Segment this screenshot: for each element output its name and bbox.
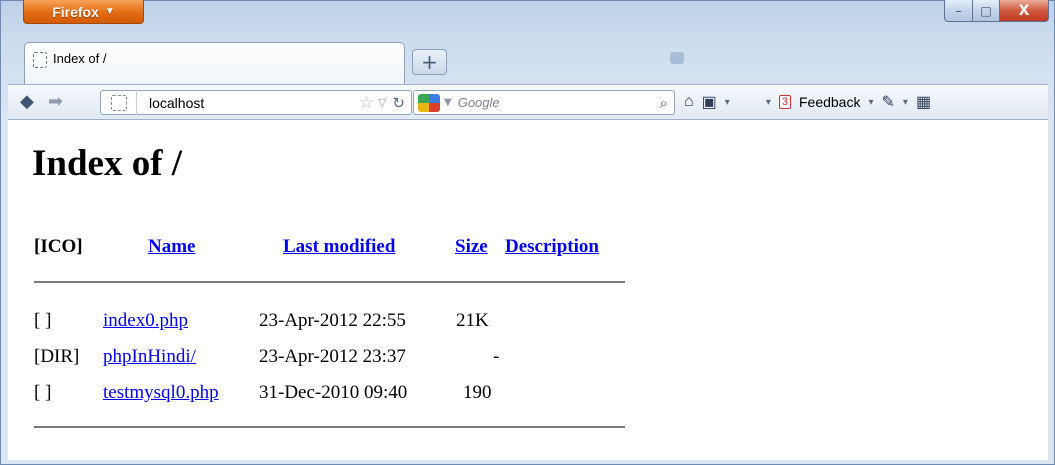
feedback-dropdown-icon[interactable]: ▾	[868, 97, 873, 108]
app-grid-icon[interactable]: ▦	[916, 92, 931, 112]
file-link-cell[interactable]: index0.php	[103, 310, 188, 332]
search-bar[interactable]: ▼ Google ⌕	[413, 90, 675, 115]
size-cell: 190	[463, 382, 492, 403]
blurred-icon	[670, 52, 684, 65]
bookmark-star-icon[interactable]: ☆	[359, 93, 374, 113]
maximize-icon: □	[980, 3, 992, 18]
firefox-menu-label: Firefox	[52, 3, 99, 20]
google-engine-icon[interactable]	[418, 93, 440, 112]
sort-by-modified-link[interactable]: Last modified	[283, 236, 395, 257]
row-icon: [DIR]	[34, 346, 80, 367]
navigation-toolbar: ◆ ➡ localhost ☆ ▽ ↻ ▼ Google ⌕ ⌂ ▣ ▾ ▾ 3…	[8, 84, 1048, 120]
address-bar[interactable]: localhost ☆ ▽ ↻	[100, 90, 412, 115]
tool-dropdown-icon[interactable]: ▾	[903, 97, 908, 108]
chevron-down-icon: ▼	[104, 6, 115, 17]
file-link[interactable]: index0.php	[103, 310, 188, 331]
modified-cell: 31-Dec-2010 09:40	[259, 382, 408, 403]
new-tab-button[interactable]: +	[412, 49, 447, 75]
maximize-button[interactable]: □	[973, 0, 1000, 22]
plus-icon: +	[421, 50, 438, 74]
sort-by-description-link[interactable]: Description	[505, 236, 599, 257]
forward-arrow-icon[interactable]: ➡	[48, 91, 63, 112]
column-header-icon: [ICO]	[34, 236, 83, 257]
divider	[34, 426, 625, 428]
minimize-button[interactable]: –	[944, 0, 973, 22]
close-icon: X	[1018, 2, 1030, 19]
toolbar-icons: ⌂ ▣ ▾ ▾ 3 Feedback ▾ ✎ ▾ ▦	[684, 92, 931, 112]
minimize-icon: –	[955, 3, 962, 18]
page-title: Index of /	[32, 143, 183, 184]
page-icon	[33, 52, 47, 68]
reload-icon[interactable]: ↻	[392, 94, 405, 112]
bookmarks-menu-icon[interactable]: ▣	[702, 92, 717, 112]
bookmarks-dropdown-icon[interactable]: ▾	[725, 97, 730, 108]
divider	[34, 281, 625, 283]
column-header-name[interactable]: Name	[148, 236, 195, 258]
file-link[interactable]: testmysql0.php	[103, 382, 219, 403]
sort-by-name-link[interactable]: Name	[148, 236, 195, 257]
file-link-cell[interactable]: phpInHindi/	[103, 346, 196, 368]
row-icon: [ ]	[34, 310, 52, 331]
engine-dropdown-icon[interactable]: ▼	[444, 97, 452, 108]
home-icon[interactable]: ⌂	[684, 93, 694, 111]
tab-label: Index of /	[53, 51, 107, 66]
page-content: Index of / [ICO] Name Last modified Size…	[8, 120, 1048, 460]
firefox-menu-button[interactable]: Firefox ▼	[23, 0, 144, 24]
window-caption-buttons: – □ X	[944, 0, 1049, 22]
column-header-modified[interactable]: Last modified	[283, 236, 395, 258]
blurred-background	[670, 52, 1000, 68]
close-button[interactable]: X	[1000, 0, 1049, 22]
feedback-button[interactable]: Feedback	[799, 94, 860, 110]
file-link-cell[interactable]: testmysql0.php	[103, 382, 219, 404]
urlbar-divider	[136, 90, 137, 115]
row-icon: [ ]	[34, 382, 52, 403]
pen-tool-icon[interactable]: ✎	[882, 92, 895, 112]
size-cell: -	[493, 346, 500, 367]
site-identity-icon[interactable]	[111, 94, 127, 111]
search-icon[interactable]: ⌕	[660, 94, 668, 112]
back-arrow-icon[interactable]: ◆	[20, 91, 34, 112]
rainbow-addon-icon[interactable]	[737, 96, 758, 108]
column-header-description[interactable]: Description	[505, 236, 599, 258]
modified-cell: 23-Apr-2012 22:55	[259, 310, 406, 331]
column-header-size[interactable]: Size	[455, 236, 488, 258]
addon-dropdown-icon[interactable]: ▾	[766, 97, 771, 108]
sort-by-size-link[interactable]: Size	[455, 236, 488, 257]
size-cell: 21K	[456, 310, 489, 331]
directory-link[interactable]: phpInHindi/	[103, 346, 196, 367]
url-text[interactable]: localhost	[149, 95, 359, 111]
history-dropdown-icon[interactable]: ▽	[378, 96, 386, 109]
search-input[interactable]: Google	[458, 95, 660, 110]
tab-index[interactable]: Index of /	[24, 42, 405, 89]
modified-cell: 23-Apr-2012 23:37	[259, 346, 406, 367]
notification-badge[interactable]: 3	[778, 95, 791, 109]
